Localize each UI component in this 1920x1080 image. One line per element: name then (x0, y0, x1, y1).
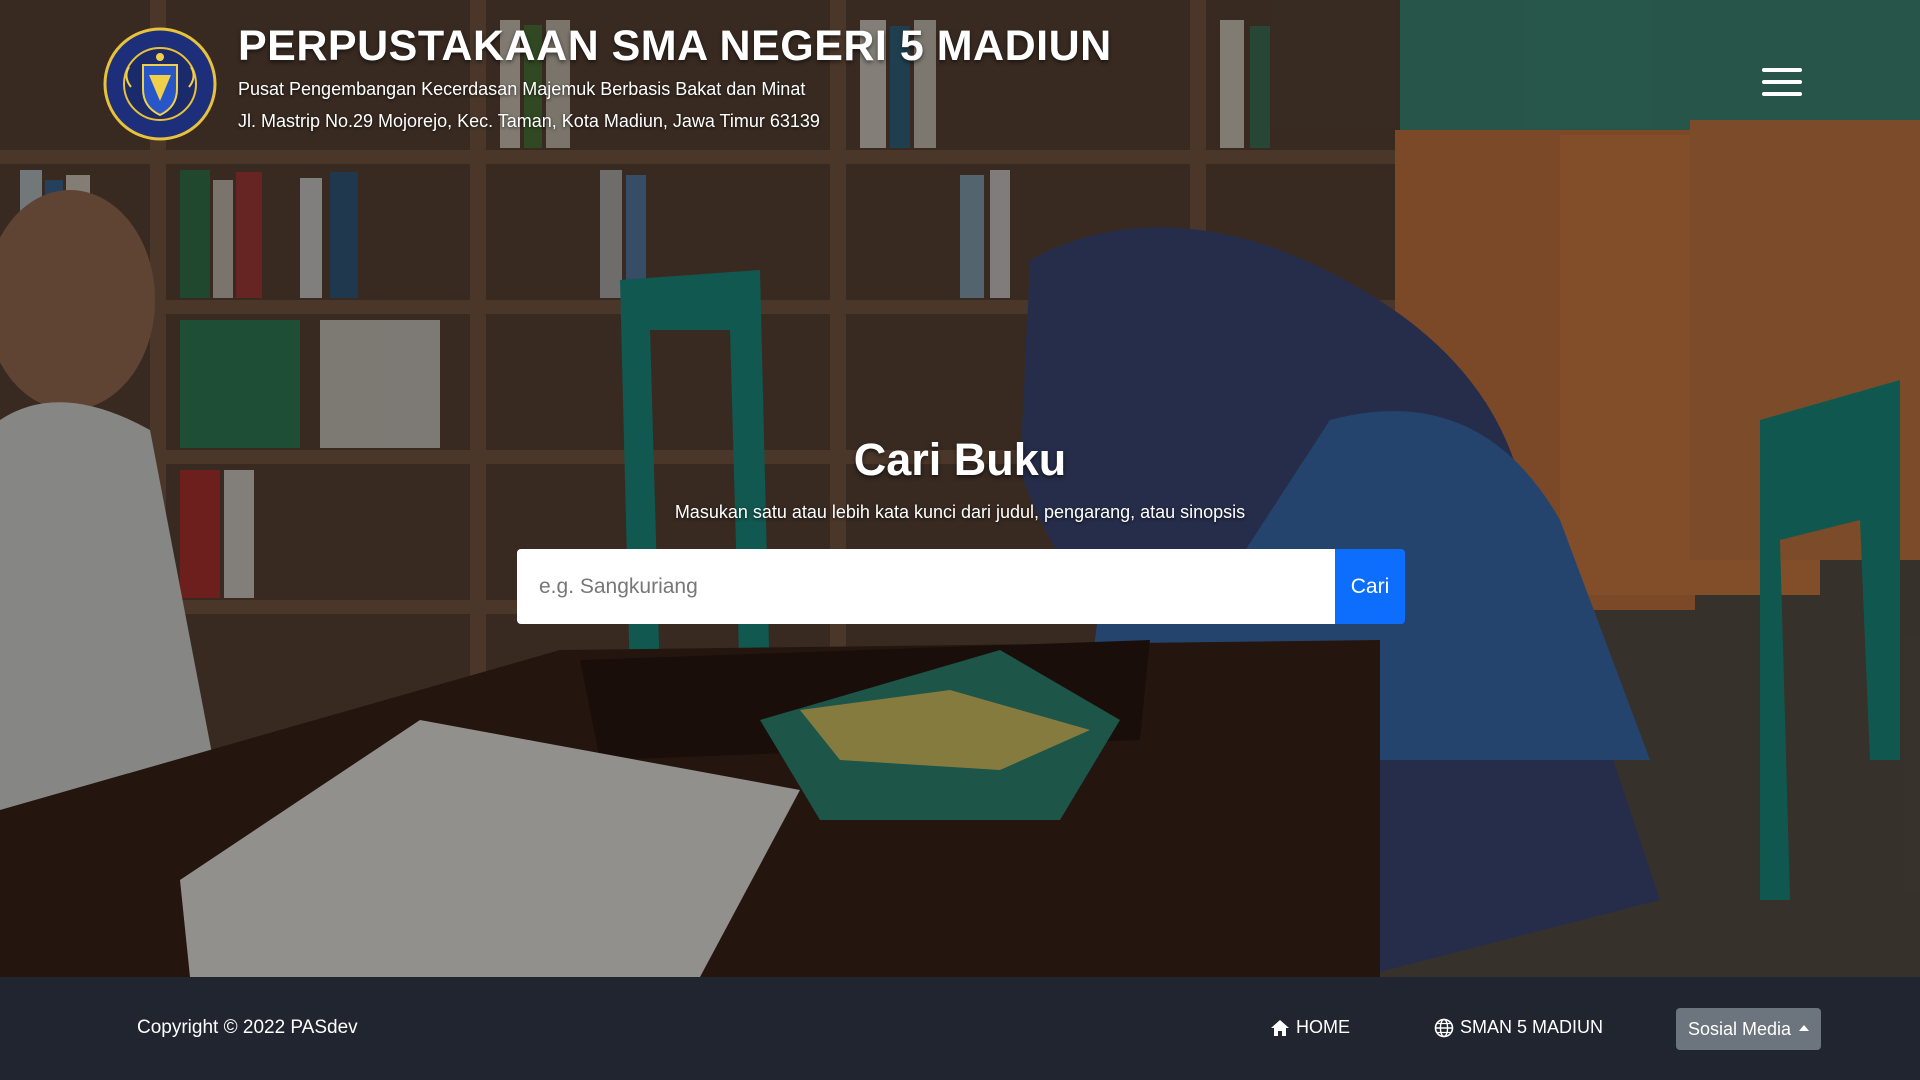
site-tagline: Pusat Pengembangan Kecerdasan Majemuk Be… (238, 79, 806, 99)
search-button[interactable]: Cari (1335, 549, 1405, 624)
footer-link-label: SMAN 5 MADIUN (1460, 1017, 1604, 1037)
hero-background (0, 0, 1920, 977)
social-media-dropdown-button[interactable]: Sosial Media (1676, 1008, 1821, 1050)
social-media-label: Sosial Media (1687, 1018, 1792, 1039)
search-form: Cari (517, 549, 1405, 624)
school-logo[interactable] (103, 27, 217, 141)
menu-bar-icon (1762, 92, 1802, 96)
home-icon (1271, 1019, 1289, 1036)
site-address: Jl. Mastrip No.29 Mojorejo, Kec. Taman, … (238, 111, 820, 131)
footer: Copyright © 2022 PASdev HOME SMAN 5 MADI… (0, 977, 1920, 1080)
caret-up-icon (1799, 1025, 1810, 1031)
globe-icon (1434, 1018, 1454, 1037)
hero-overlay (0, 0, 1920, 977)
menu-bar-icon (1762, 68, 1802, 72)
school-emblem-icon (103, 27, 217, 141)
search-input[interactable] (517, 549, 1335, 624)
footer-link-home[interactable]: HOME (1270, 1017, 1350, 1038)
search-heading: Cari Buku (853, 434, 1067, 485)
footer-link-school[interactable]: SMAN 5 MADIUN (1434, 1017, 1603, 1038)
copyright-text: Copyright © 2022 PASdev (137, 1017, 358, 1038)
site-title: PERPUSTAKAAN SMA NEGERI 5 MADIUN (238, 22, 1112, 70)
footer-link-label: HOME (1296, 1017, 1350, 1037)
menu-bar-icon (1762, 80, 1802, 84)
hamburger-menu-button[interactable] (1762, 66, 1802, 98)
search-hint: Masukan satu atau lebih kata kunci dari … (674, 502, 1246, 522)
